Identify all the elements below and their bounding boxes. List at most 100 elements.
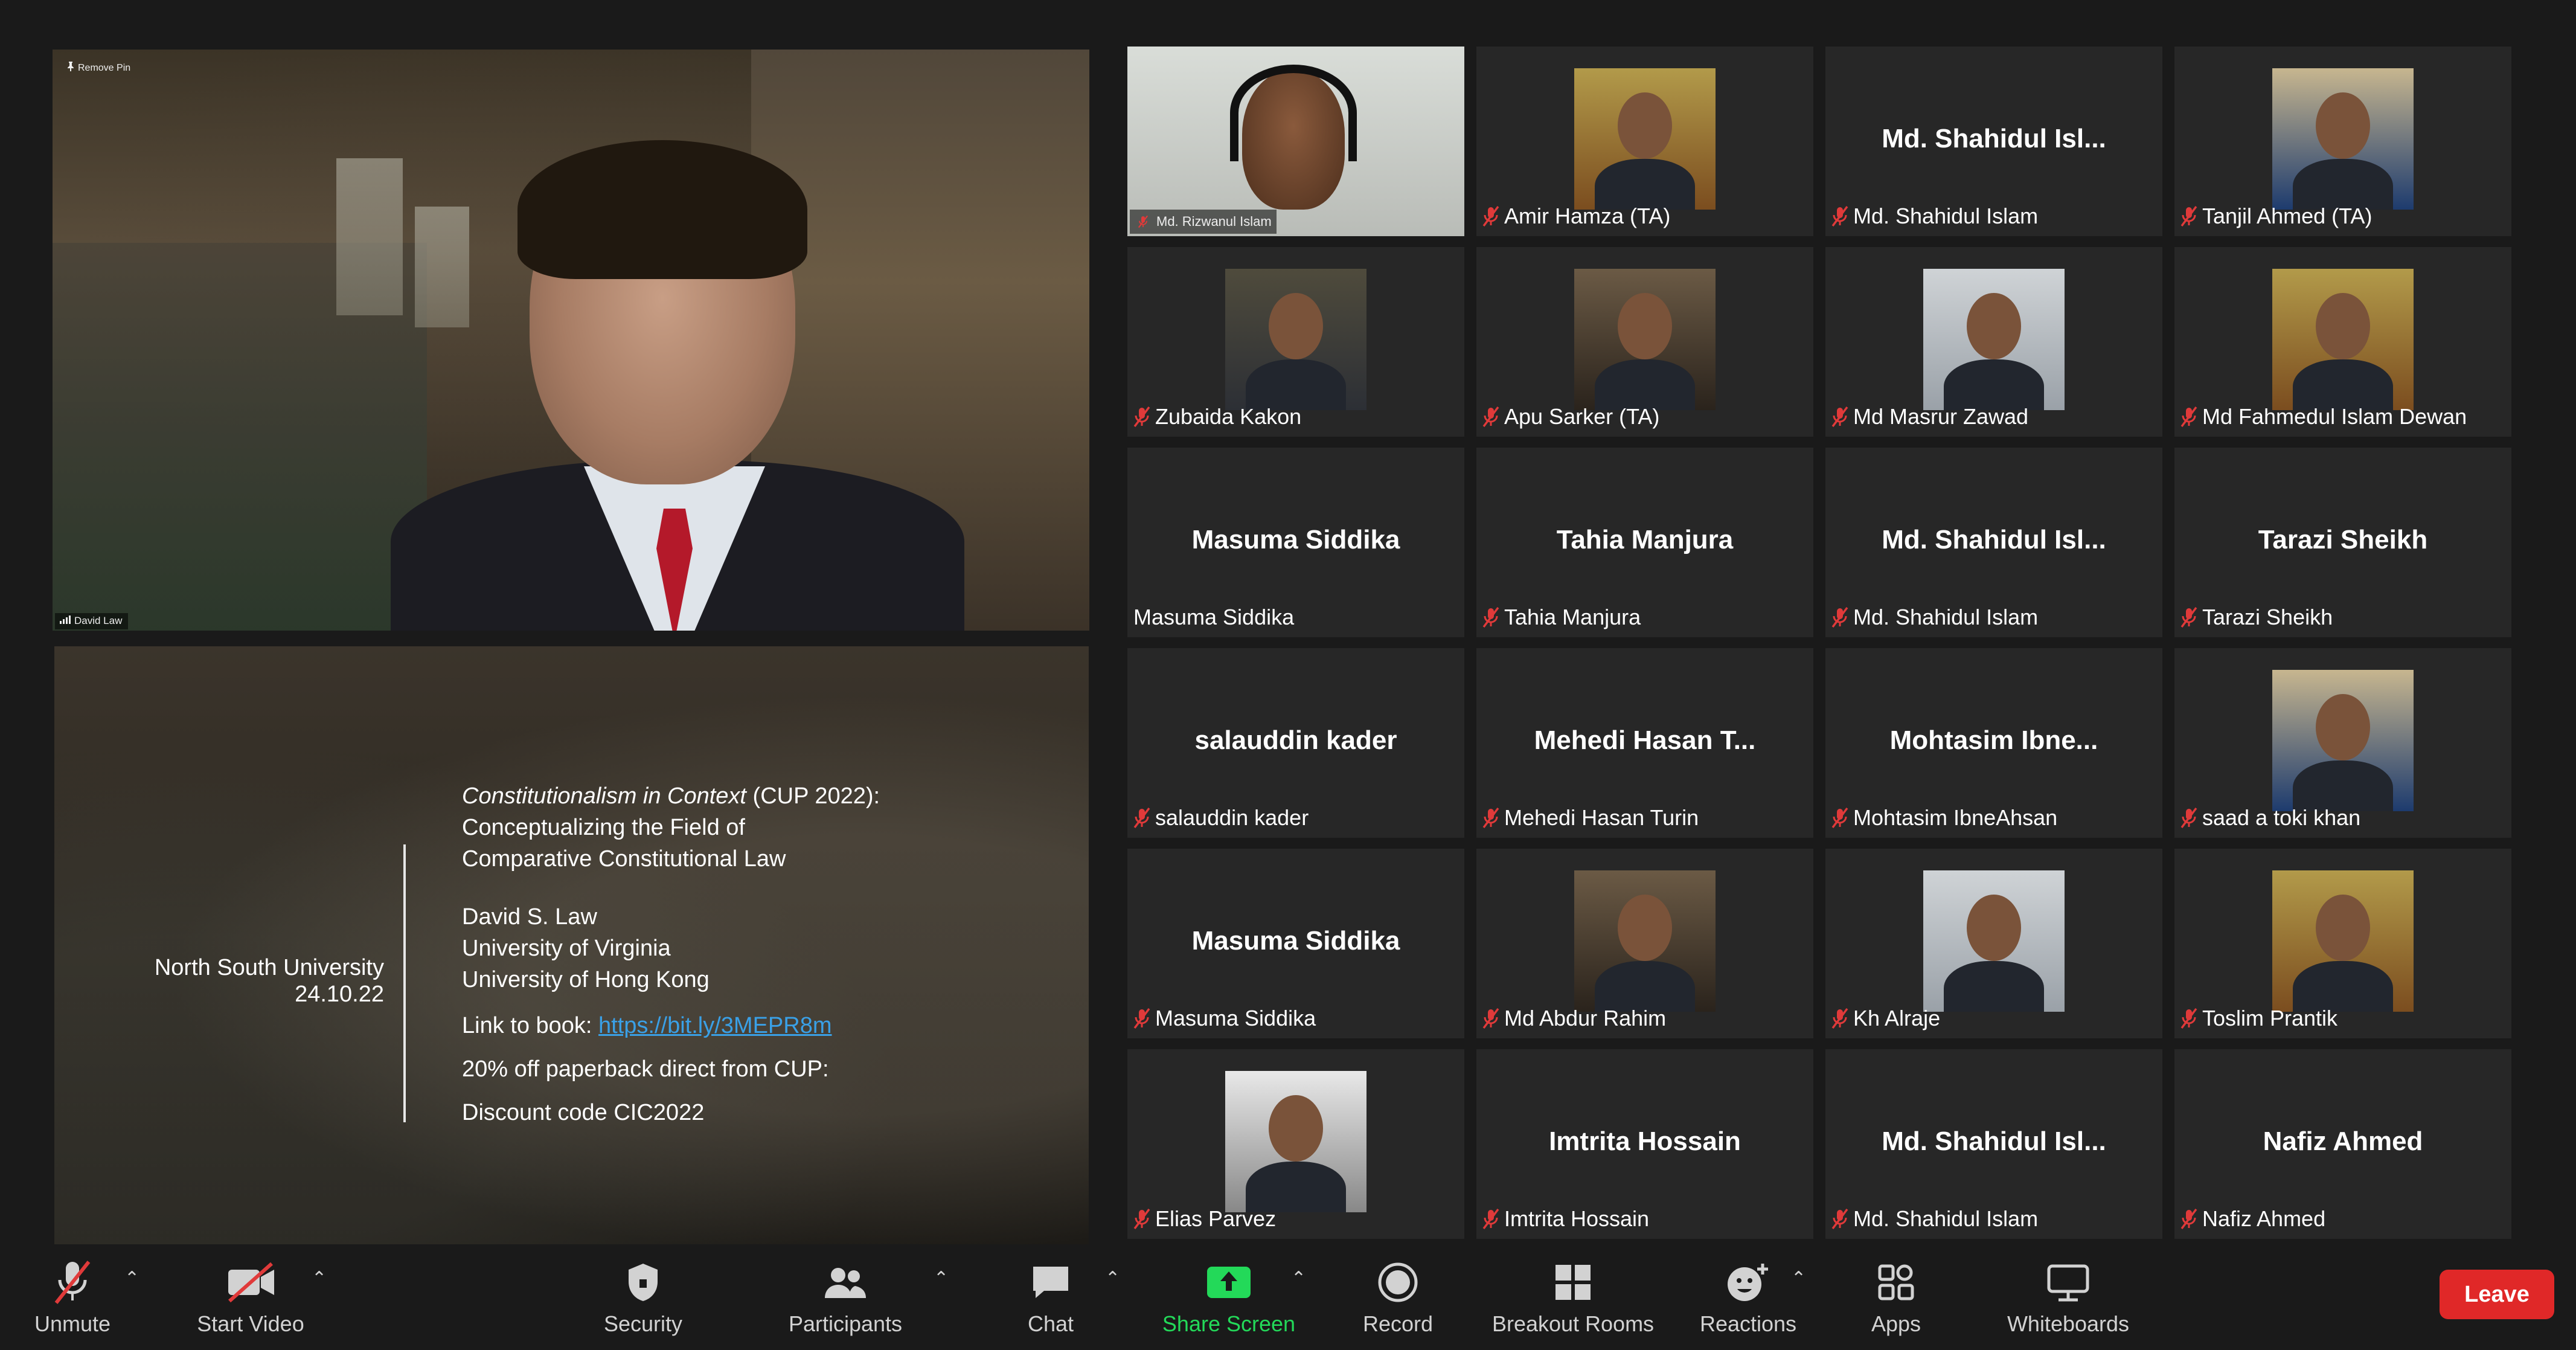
participant-tile[interactable]: Md. Rizwanul Islam [1127, 47, 1464, 236]
share-options-caret-icon[interactable]: ⌃ [1291, 1268, 1306, 1289]
slide-affiliation-1: University of Virginia [462, 936, 671, 961]
participant-photo [1225, 269, 1366, 410]
photo-person [1269, 1095, 1323, 1162]
participant-tile[interactable]: Imtrita Hossain Imtrita Hossain [1476, 1049, 1813, 1239]
participant-name: Amir Hamza (TA) [1504, 204, 1671, 228]
reactions-button[interactable]: Reactions [1697, 1258, 1799, 1337]
participant-tile[interactable]: salauddin kader salauddin kader [1127, 648, 1464, 838]
participant-tile[interactable]: Zubaida Kakon [1127, 247, 1464, 437]
photo-body [1246, 359, 1346, 410]
participant-name: salauddin kader [1155, 805, 1309, 830]
participant-tile[interactable]: Md. Shahidul Isl... Md. Shahidul Islam [1825, 448, 2162, 637]
share-screen-button[interactable]: Share Screen [1159, 1258, 1298, 1337]
record-button[interactable]: Record [1353, 1258, 1443, 1337]
shared-screen: North South University 24.10.22 Constitu… [54, 646, 1089, 1244]
participant-tile[interactable]: Tahia Manjura Tahia Manjura [1476, 448, 1813, 637]
reactions-options-caret-icon[interactable]: ⌃ [1791, 1268, 1806, 1289]
participant-tile[interactable]: Kh Alraje [1825, 849, 2162, 1038]
participants-options-caret-icon[interactable]: ⌃ [934, 1268, 949, 1289]
share-screen-icon [1159, 1258, 1298, 1307]
participant-tile[interactable]: Mehedi Hasan T... Mehedi Hasan Turin [1476, 648, 1813, 838]
chat-button[interactable]: Chat [1014, 1258, 1087, 1337]
photo-person [1967, 293, 2021, 359]
record-label: Record [1362, 1311, 1434, 1336]
slide-discount-line: 20% off paperback direct from CUP: [462, 1056, 829, 1082]
apps-button[interactable]: Apps [1860, 1258, 1932, 1337]
participant-name-label: Zubaida Kakon [1133, 404, 1301, 429]
participant-video [1127, 47, 1464, 236]
participant-tile[interactable]: Md Fahmedul Islam Dewan [2174, 247, 2511, 437]
participant-name: Apu Sarker (TA) [1504, 404, 1660, 429]
participant-name: Elias Parvez [1155, 1206, 1277, 1231]
audio-options-caret-icon[interactable]: ⌃ [124, 1268, 139, 1289]
participant-tile[interactable]: Md Abdur Rahim [1476, 849, 1813, 1038]
participant-tile[interactable]: saad a toki khan [2174, 648, 2511, 838]
apps-icon [1860, 1258, 1932, 1307]
slide-author: David S. Law [462, 904, 597, 930]
participant-tile[interactable]: Nafiz Ahmed Nafiz Ahmed [2174, 1049, 2511, 1239]
participant-name-label: Md. Shahidul Islam [1831, 1206, 2038, 1232]
leave-button[interactable]: Leave [2440, 1270, 2554, 1319]
participant-name: Md. Shahidul Islam [1853, 605, 2039, 629]
participant-name-label: Toslim Prantik [2180, 1006, 2337, 1031]
signal-bars-icon [60, 615, 71, 627]
muted-mic-icon [1133, 807, 1150, 829]
muted-mic-icon [2180, 606, 2197, 628]
video-options-caret-icon[interactable]: ⌃ [312, 1268, 327, 1289]
participant-tile[interactable]: Toslim Prantik [2174, 849, 2511, 1038]
chat-options-caret-icon[interactable]: ⌃ [1105, 1268, 1120, 1289]
participant-name: Md. Rizwanul Islam [1156, 214, 1272, 229]
participants-button[interactable]: Participants [779, 1258, 912, 1337]
participant-name-label: Md. Shahidul Islam [1831, 605, 2038, 630]
participant-tile[interactable]: Tanjil Ahmed (TA) [2174, 47, 2511, 236]
participant-tile[interactable]: Masuma Siddika Masuma Siddika [1127, 448, 1464, 637]
participant-name: Tarazi Sheikh [2202, 605, 2333, 629]
whiteboards-button[interactable]: Whiteboards [1993, 1258, 2144, 1337]
video-off-icon [181, 1258, 320, 1307]
participant-name-label: salauddin kader [1133, 805, 1309, 831]
pinned-speaker-video[interactable]: Remove Pin David Law [53, 50, 1089, 631]
slide-title-line2: Conceptualizing the Field of [462, 815, 745, 840]
participant-name: Md. Shahidul Islam [1853, 1206, 2039, 1231]
participant-name-label: Imtrita Hossain [1482, 1206, 1649, 1232]
participants-icon [779, 1258, 912, 1307]
start-video-button[interactable]: Start Video [181, 1258, 320, 1337]
muted-mic-icon [1133, 1008, 1150, 1029]
participant-name-label: Md. Rizwanul Islam [1130, 210, 1277, 234]
breakout-rooms-button[interactable]: Breakout Rooms [1485, 1258, 1661, 1337]
slide-book-link[interactable]: https://bit.ly/3MEPR8m [598, 1013, 831, 1038]
participant-tile[interactable]: Md Masrur Zawad [1825, 247, 2162, 437]
participant-name-label: Kh Alraje [1831, 1006, 1940, 1031]
muted-microphone-icon [24, 1258, 121, 1307]
muted-mic-icon [1482, 807, 1499, 829]
participant-tile[interactable]: Elias Parvez [1127, 1049, 1464, 1239]
photo-body [2293, 359, 2393, 410]
muted-mic-icon [2180, 807, 2197, 829]
participant-name: Tahia Manjura [1504, 605, 1641, 629]
muted-mic-icon [1831, 1008, 1848, 1029]
remove-pin-button[interactable]: Remove Pin [67, 62, 130, 74]
muted-mic-icon [2180, 406, 2197, 428]
share-screen-label: Share Screen [1162, 1311, 1296, 1336]
participant-display-name: Imtrita Hossain [1549, 1127, 1741, 1156]
security-button[interactable]: Security [595, 1258, 691, 1337]
participant-tile[interactable]: Amir Hamza (TA) [1476, 47, 1813, 236]
participant-name-label: Tanjil Ahmed (TA) [2180, 204, 2372, 229]
slide-link-label: Link to book: [462, 1013, 599, 1038]
participant-tile[interactable]: Md. Shahidul Isl... Md. Shahidul Islam [1825, 1049, 2162, 1239]
participant-name: Nafiz Ahmed [2202, 1206, 2326, 1231]
participant-name: Kh Alraje [1853, 1006, 1941, 1030]
participant-tile[interactable]: Md. Shahidul Isl... Md. Shahidul Islam [1825, 47, 2162, 236]
participant-tile[interactable]: Apu Sarker (TA) [1476, 247, 1813, 437]
participant-tile[interactable]: Mohtasim Ibne... Mohtasim IbneAhsan [1825, 648, 2162, 838]
participant-photo [2272, 670, 2414, 811]
participant-name-label: Md Fahmedul Islam Dewan [2180, 404, 2467, 429]
headphones [1230, 65, 1357, 161]
participant-tile[interactable]: Tarazi Sheikh Tarazi Sheikh [2174, 448, 2511, 637]
participant-tile[interactable]: Masuma Siddika Masuma Siddika [1127, 849, 1464, 1038]
participant-name-label: saad a toki khan [2180, 805, 2360, 831]
participant-photo [1923, 269, 2065, 410]
start-video-label: Start Video [197, 1311, 304, 1336]
unmute-button[interactable]: Unmute [24, 1258, 121, 1337]
muted-mic-icon [1482, 1008, 1499, 1029]
